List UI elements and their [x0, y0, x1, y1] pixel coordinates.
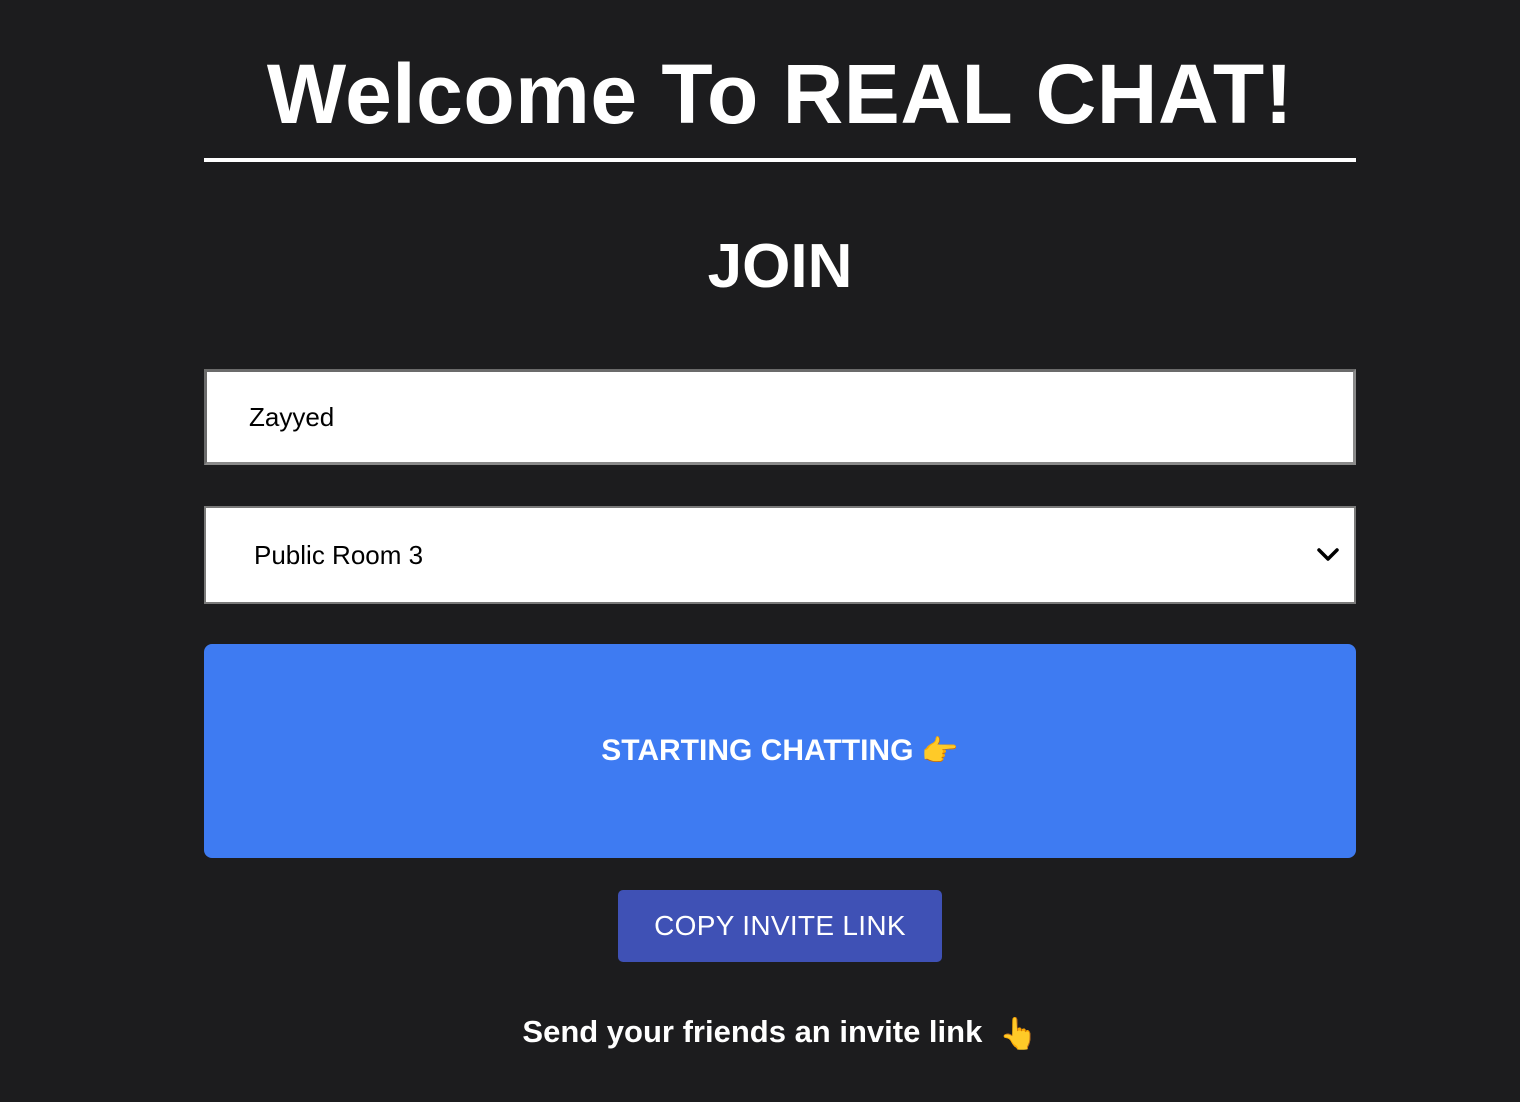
chevron-down-icon	[1308, 535, 1348, 575]
pointing-up-icon: 👆	[998, 1015, 1038, 1052]
page-title: Welcome To REAL CHAT!	[266, 47, 1294, 141]
start-chatting-label: STARTING CHATTING	[601, 734, 914, 767]
invite-hint: Send your friends an invite link 👆	[204, 1012, 1356, 1054]
title-divider	[204, 158, 1356, 162]
start-chatting-button[interactable]: STARTING CHATTING 👉	[204, 644, 1356, 858]
room-select-value: Public Room 3	[254, 539, 424, 570]
pointing-right-icon: 👉	[921, 733, 959, 769]
copy-invite-link-label: COPY INVITE LINK	[654, 910, 906, 941]
copy-invite-link-button[interactable]: COPY INVITE LINK	[618, 890, 942, 962]
username-input[interactable]	[204, 369, 1356, 465]
join-heading: JOIN	[707, 232, 853, 301]
room-select[interactable]: Public Room 3	[204, 506, 1356, 604]
invite-hint-text: Send your friends an invite link	[522, 1014, 983, 1049]
